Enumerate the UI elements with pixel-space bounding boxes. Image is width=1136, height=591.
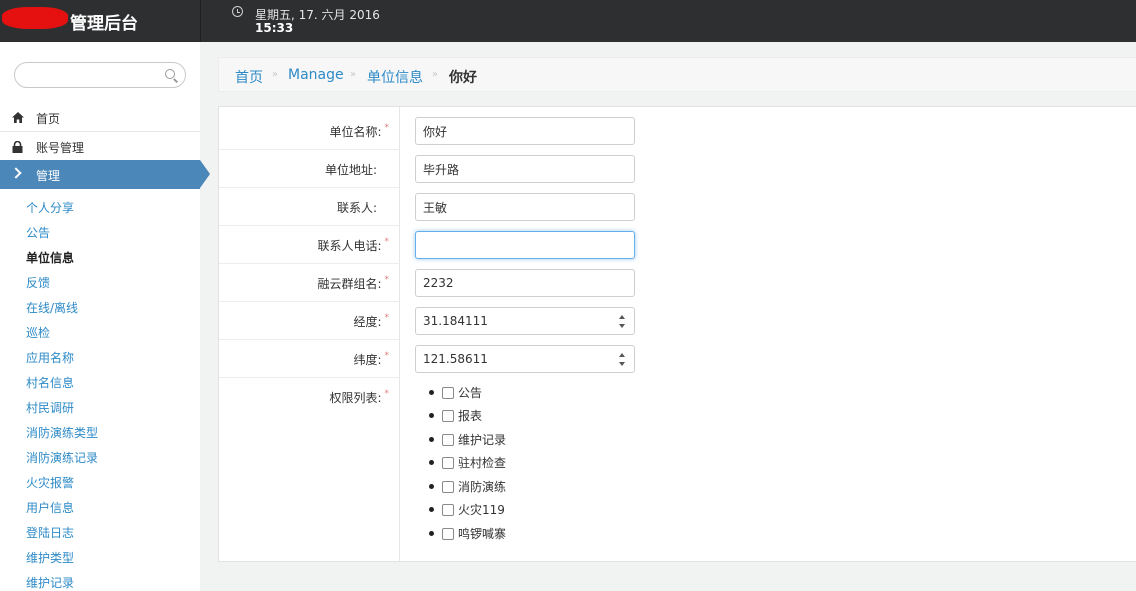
breadcrumb-separator: » (350, 69, 357, 80)
breadcrumb-separator: » (272, 69, 279, 80)
longitude-field[interactable]: 31.184111 (415, 307, 635, 335)
sidebar-subitem[interactable]: 火灾报警 (26, 474, 74, 491)
row-divider (219, 149, 400, 150)
permission-checkbox[interactable] (442, 504, 454, 516)
sidebar-subitem[interactable]: 巡检 (26, 324, 50, 341)
latitude-field[interactable]: 121.58611 (415, 345, 635, 373)
row-divider (219, 301, 400, 302)
field-label-contact-phone: 联系人电话: * (317, 237, 390, 253)
spinner-icon[interactable] (618, 315, 626, 328)
permission-label: 驻村检查 (458, 456, 507, 470)
sidebar-subitem[interactable]: 应用名称 (26, 349, 74, 366)
unit-name-field[interactable] (415, 117, 635, 145)
permission-label: 火灾119 (458, 503, 505, 517)
required-mark: * (384, 351, 390, 361)
redacted-logo (2, 7, 68, 29)
breadcrumb-separator: » (432, 69, 439, 80)
field-label-permissions: 权限列表: * (329, 389, 390, 405)
bullet-icon (429, 390, 434, 395)
permission-checkbox[interactable] (442, 457, 454, 469)
sidebar-item-manage[interactable]: 管理 (0, 160, 210, 189)
field-label-unit-address: 单位地址: (324, 163, 377, 177)
app-title: 管理后台 (70, 14, 138, 34)
required-mark: * (384, 275, 390, 285)
permission-label: 报表 (458, 409, 483, 423)
row-divider (219, 339, 400, 340)
bullet-icon (429, 484, 434, 489)
sidebar-item-label: 首页 (36, 112, 61, 126)
permission-checkbox[interactable] (442, 434, 454, 446)
chevron-right-icon (10, 167, 22, 179)
breadcrumb-home[interactable]: 首页 (235, 67, 263, 87)
clock-icon (232, 6, 243, 17)
required-mark: * (384, 237, 390, 247)
field-label-unit-name: 单位名称: * (329, 123, 390, 139)
permission-label: 维护记录 (458, 433, 507, 447)
sidebar-subitem[interactable]: 登陆日志 (26, 524, 74, 541)
required-mark: * (384, 389, 390, 399)
breadcrumb-current: 你好 (449, 70, 477, 86)
sidebar-subitem[interactable]: 用户信息 (26, 499, 74, 516)
sidebar-subitem[interactable]: 公告 (26, 224, 50, 241)
required-mark: * (384, 313, 390, 323)
sidebar-subitem[interactable]: 反馈 (26, 274, 50, 291)
sidebar-subitem[interactable]: 维护记录 (26, 574, 74, 591)
bullet-icon (429, 507, 434, 512)
field-label-group-name: 融云群组名: * (317, 275, 390, 291)
field-label-contact: 联系人: (336, 201, 377, 215)
unit-address-field[interactable] (415, 155, 635, 183)
sidebar-item-home[interactable]: 首页 (0, 103, 200, 132)
contact-phone-field[interactable] (415, 231, 635, 259)
bullet-icon (429, 460, 434, 465)
breadcrumb-unit-info[interactable]: 单位信息 (367, 67, 423, 87)
sidebar-subitem[interactable]: 村名信息 (26, 374, 74, 391)
field-label-longitude: 经度: * (353, 313, 390, 329)
sidebar-subitem[interactable]: 消防演练类型 (26, 424, 98, 441)
group-name-field[interactable] (415, 269, 635, 297)
row-divider (219, 187, 400, 188)
row-divider (219, 377, 400, 378)
breadcrumb-manage[interactable]: Manage (288, 67, 344, 83)
permission-checkbox[interactable] (442, 528, 454, 540)
edit-form: 单位名称:* 单位地址: 联系人: 联系人电话:* 融云群组名:* 经度:* 3… (218, 106, 1136, 562)
sidebar-subitem[interactable]: 个人分享 (26, 199, 74, 216)
permission-label: 公告 (458, 386, 483, 400)
top-header: 管理后台 星期五, 17. 六月 2016 15:33 (0, 0, 1136, 42)
contact-field[interactable] (415, 193, 635, 221)
row-divider (219, 225, 400, 226)
sidebar-subitem[interactable]: 维护类型 (26, 549, 74, 566)
longitude-value: 31.184111 (423, 314, 488, 328)
header-time: 15:33 (255, 21, 294, 35)
sidebar-subitem-current[interactable]: 单位信息 (26, 249, 74, 266)
sidebar-subitem[interactable]: 村民调研 (26, 399, 74, 416)
latitude-value: 121.58611 (423, 352, 488, 366)
breadcrumb: 首页 » Manage » 单位信息 » 你好 (218, 57, 1136, 92)
sidebar-subitem[interactable]: 消防演练记录 (26, 449, 98, 466)
permission-checkbox[interactable] (442, 481, 454, 493)
sidebar-item-account[interactable]: 账号管理 (0, 132, 200, 161)
lock-icon (12, 140, 24, 153)
home-icon (12, 112, 24, 123)
sidebar-item-label: 管理 (36, 169, 61, 183)
required-mark: * (384, 123, 390, 133)
sidebar: 首页 账号管理 管理 个人分享 公告 单位信息 反馈 在线/离线 巡检 应用名称… (0, 42, 210, 591)
sidebar-item-label: 账号管理 (36, 141, 85, 155)
bullet-icon (429, 531, 434, 536)
spinner-icon[interactable] (618, 353, 626, 366)
field-label-latitude: 纬度: * (353, 351, 390, 367)
permission-label: 鸣锣喊寨 (458, 527, 507, 541)
brand-area[interactable]: 管理后台 (0, 0, 201, 42)
sidebar-subitem[interactable]: 在线/离线 (26, 299, 78, 316)
search-input[interactable] (14, 62, 186, 88)
bullet-icon (429, 413, 434, 418)
row-divider (219, 263, 400, 264)
bullet-icon (429, 437, 434, 442)
search-icon[interactable] (165, 69, 175, 79)
permission-checkbox[interactable] (442, 410, 454, 422)
permission-checkbox[interactable] (442, 387, 454, 399)
permission-label: 消防演练 (458, 480, 507, 494)
